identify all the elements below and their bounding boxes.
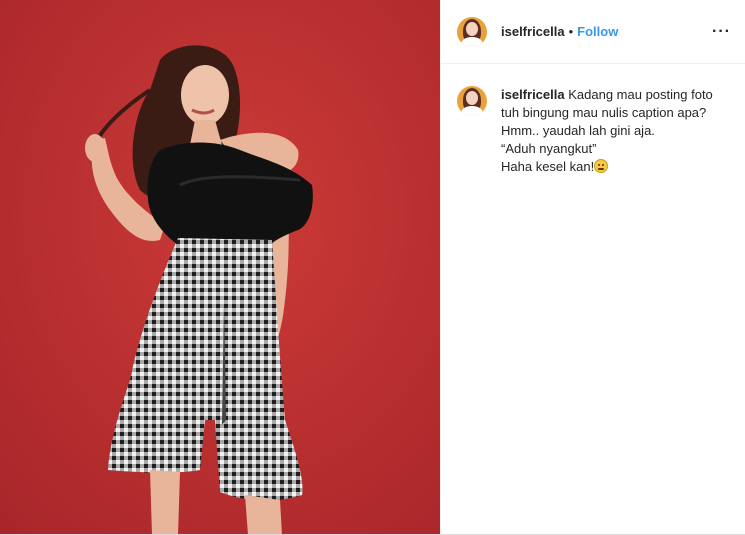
more-options-icon[interactable]: ··· — [712, 23, 731, 41]
post-sidebar: iselfricella • Follow ··· iselfricella K… — [440, 0, 745, 535]
grimacing-face-emoji-icon — [594, 159, 609, 173]
caption-line: tuh bingung mau nulis caption apa? — [501, 105, 707, 120]
post-header: iselfricella • Follow ··· — [441, 0, 745, 64]
caption-last-line: Haha kesel kan! — [501, 158, 731, 176]
caption-line: “Aduh nyangkut” — [501, 141, 597, 156]
caption-text: iselfricella Kadang mau posting foto tuh… — [501, 86, 731, 176]
caption-line: Haha kesel kan! — [501, 159, 595, 174]
caption-line: Kadang mau posting foto — [568, 87, 713, 102]
instagram-post: iselfricella • Follow ··· iselfricella K… — [0, 0, 745, 535]
caption-line: Hmm.. yaudah lah gini aja. — [501, 123, 655, 138]
post-photo[interactable] — [0, 0, 440, 535]
comments-section: iselfricella Kadang mau posting foto tuh… — [441, 64, 745, 176]
avatar[interactable] — [457, 16, 487, 47]
avatar[interactable] — [457, 86, 487, 116]
caption-comment: iselfricella Kadang mau posting foto tuh… — [457, 86, 731, 176]
username-link[interactable]: iselfricella — [501, 24, 565, 39]
follow-button[interactable]: Follow — [577, 24, 618, 39]
separator-dot: • — [568, 24, 574, 39]
caption-username-link[interactable]: iselfricella — [501, 87, 565, 102]
photo-illustration — [0, 0, 440, 535]
